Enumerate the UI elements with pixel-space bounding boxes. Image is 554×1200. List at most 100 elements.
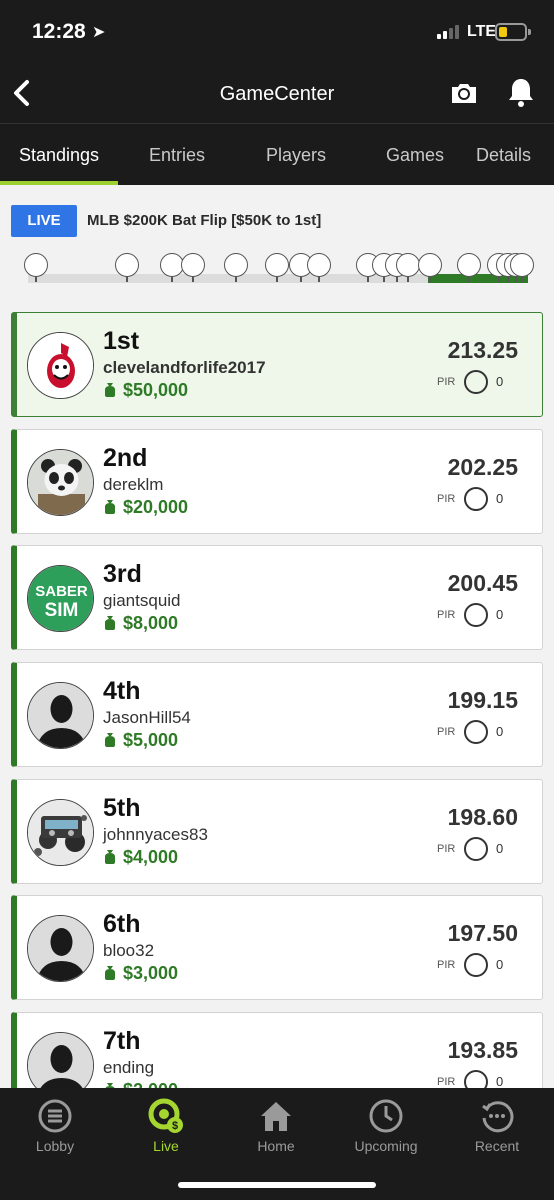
pir-circle-icon (464, 603, 488, 627)
nav-live-label: Live (153, 1138, 179, 1154)
score: 198.60 (447, 804, 518, 830)
home-icon (261, 1102, 291, 1131)
prize-amount: $20,000 (103, 497, 188, 518)
boombox-icon (27, 799, 94, 866)
team-logo-icon (27, 332, 94, 399)
username: ending (103, 1058, 155, 1077)
pir-value: 0 (496, 607, 504, 622)
camera-icon[interactable] (449, 78, 479, 108)
lineup-bubble[interactable] (307, 253, 331, 282)
panda-icon (27, 449, 94, 516)
svg-text:SIM: SIM (45, 600, 79, 621)
rank-label: 3rd (103, 560, 142, 588)
pir-circle-icon (464, 953, 488, 977)
tab-entries[interactable]: Entries (118, 125, 236, 185)
lineup-bubble[interactable] (457, 253, 481, 282)
lobby-icon (38, 1099, 72, 1133)
location-arrow-icon: ➤ (92, 24, 106, 41)
lineup-bubble[interactable] (115, 253, 139, 282)
contest-header: LIVE MLB $200K Bat Flip [$50K to 1st] (0, 185, 554, 295)
clock-icon (369, 1099, 403, 1133)
prize-text: $20,000 (123, 497, 189, 517)
lineup-bubble[interactable] (24, 253, 48, 282)
pir-value: 0 (496, 724, 504, 739)
top-bar: 12:28 ➤ LTE GameCenter Standings Entries… (0, 0, 554, 185)
score: 193.85 (447, 1037, 518, 1063)
tab-standings[interactable]: Standings (0, 125, 118, 185)
standing-row[interactable]: 7th ending $2,000 193.85 PIR 0 (11, 1012, 543, 1090)
tab-games[interactable]: Games (356, 125, 474, 185)
nav-recent[interactable]: Recent (442, 1098, 552, 1164)
prize-text: $4,000 (123, 847, 179, 867)
nav-lobby-label: Lobby (35, 1138, 75, 1154)
default-user-icon (27, 1032, 94, 1090)
nav-home[interactable]: Home (221, 1098, 331, 1164)
username: dereklm (103, 475, 164, 494)
pir-circle-icon (464, 720, 488, 744)
battery-icon (495, 23, 531, 41)
money-bag-icon (105, 966, 115, 980)
score: 200.45 (447, 570, 518, 596)
money-bag-icon (105, 383, 115, 397)
money-bag-icon (105, 733, 115, 747)
tab-details[interactable]: Details (474, 125, 554, 185)
money-bag-icon (105, 616, 115, 630)
status-time: 12:28 (32, 20, 86, 43)
lineup-bubble[interactable] (181, 253, 205, 282)
pir-circle-icon (464, 370, 488, 394)
prize-amount: $3,000 (103, 963, 178, 984)
rank-label: 4th (103, 677, 141, 705)
prize-text: $8,000 (123, 613, 179, 633)
prize-amount: $8,000 (103, 613, 178, 634)
nav-live[interactable]: $ Live (111, 1098, 221, 1164)
pir-value: 0 (496, 841, 504, 856)
nav-home-label: Home (257, 1138, 295, 1154)
history-icon (482, 1101, 514, 1133)
signal-strength-icon (437, 25, 463, 39)
pir-label: PIR (437, 493, 456, 505)
pir-value: 0 (496, 374, 504, 389)
standing-row[interactable]: 5th johnnyaces83 $4,000 198.60 PIR 0 (11, 779, 543, 884)
lineup-bubble[interactable] (396, 253, 420, 282)
bell-icon[interactable] (506, 76, 536, 108)
money-bag-icon (105, 850, 115, 864)
svg-text:SABER: SABER (35, 583, 88, 600)
svg-text:$: $ (172, 1120, 178, 1132)
rank-label: 1st (103, 327, 140, 355)
prize-text: $3,000 (123, 963, 179, 983)
rank-label: 2nd (103, 444, 148, 472)
lineup-bubble[interactable] (418, 253, 442, 282)
tab-players[interactable]: Players (236, 125, 356, 185)
sabersim-logo: SABER SIM (27, 565, 94, 632)
pir-circle-icon (464, 1070, 488, 1090)
prize-amount: $5,000 (103, 730, 178, 751)
nav-upcoming[interactable]: Upcoming (331, 1098, 441, 1164)
lineup-bubble[interactable] (510, 253, 534, 282)
username: bloo32 (103, 941, 155, 960)
nav-bar: GameCenter (0, 66, 554, 124)
prize-text: $5,000 (123, 730, 179, 750)
lineup-bubble[interactable] (265, 253, 289, 282)
default-user-icon (27, 915, 94, 982)
username: JasonHill54 (103, 708, 191, 727)
standing-row[interactable]: 4th JasonHill54 $5,000 199.15 PIR 0 (11, 662, 543, 767)
pir-label: PIR (437, 376, 456, 388)
pir-label: PIR (437, 959, 456, 971)
lineup-bubble[interactable] (224, 253, 248, 282)
pir-circle-icon (464, 487, 488, 511)
home-indicator (178, 1182, 376, 1188)
nav-lobby[interactable]: Lobby (0, 1098, 110, 1164)
live-icon: $ (148, 1098, 183, 1133)
pir-value: 0 (496, 491, 504, 506)
pir-value: 0 (496, 957, 504, 972)
pir-value: 0 (496, 1074, 504, 1089)
standing-row[interactable]: SABER SIM 3rd giantsquid $8,000 200.45 P… (11, 545, 543, 650)
default-user-icon (27, 682, 94, 749)
pir-label: PIR (437, 726, 456, 738)
standing-row[interactable]: 1st clevelandforlife2017 $50,000 213.25 … (11, 312, 543, 417)
status-bar: 12:28 ➤ LTE (0, 0, 554, 66)
nav-upcoming-label: Upcoming (354, 1138, 418, 1154)
standing-row[interactable]: 2nd dereklm $20,000 202.25 PIR 0 (11, 429, 543, 534)
standing-row[interactable]: 6th bloo32 $3,000 197.50 PIR 0 (11, 895, 543, 1000)
score: 197.50 (447, 920, 518, 946)
